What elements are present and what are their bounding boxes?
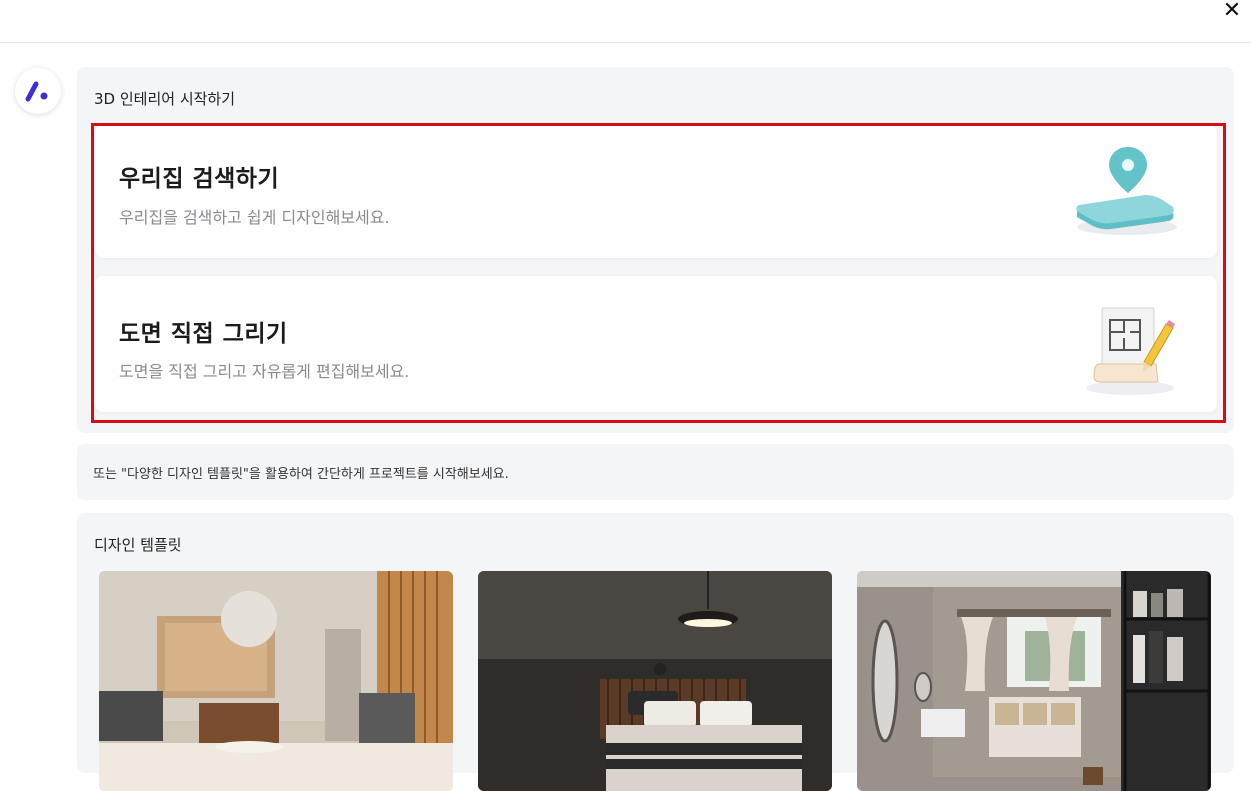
close-button[interactable]: ✕ [1219, 0, 1245, 22]
top-bar: ✕ [0, 0, 1251, 43]
draw-floorplan-title: 도면 직접 그리기 [119, 321, 288, 347]
template-hint-panel: 또는 "다양한 디자인 템플릿"을 활용하여 간단하게 프로젝트를 시작해보세요… [77, 444, 1234, 500]
bedroom-photo [478, 571, 832, 791]
floorplan-pencil-icon [1086, 307, 1175, 395]
draw-floorplan-desc: 도면을 직접 그리고 자유롭게 편집해보세요. [119, 362, 410, 381]
template-card-bedroom[interactable] [478, 571, 832, 791]
brand-logo-icon [25, 81, 48, 102]
templates-section-title: 디자인 템플릿 [94, 536, 182, 554]
template-hint-text: 또는 "다양한 디자인 템플릿"을 활용하여 간단하게 프로젝트를 시작해보세요… [93, 467, 509, 482]
draw-floorplan-card[interactable]: 도면 직접 그리기 도면을 직접 그리고 자유롭게 편집해보세요. [95, 276, 1217, 412]
assistant-avatar [15, 68, 61, 114]
start-panel: 3D 인테리어 시작하기 우리집 검색하기 우리집을 검색하고 쉽게 디자인해보… [77, 67, 1234, 433]
template-card-living-room[interactable] [99, 571, 453, 791]
start-section-title: 3D 인테리어 시작하기 [94, 90, 236, 108]
template-card-dressing-room[interactable] [857, 571, 1211, 791]
dressing-room-photo [857, 571, 1211, 791]
search-home-desc: 우리집을 검색하고 쉽게 디자인해보세요. [119, 208, 390, 227]
templates-panel: 디자인 템플릿 [77, 513, 1234, 791]
search-home-card[interactable]: 우리집 검색하기 우리집을 검색하고 쉽게 디자인해보세요. [95, 125, 1217, 258]
search-home-title: 우리집 검색하기 [119, 166, 280, 192]
living-room-photo [99, 571, 453, 791]
map-pin-icon [1076, 147, 1177, 235]
